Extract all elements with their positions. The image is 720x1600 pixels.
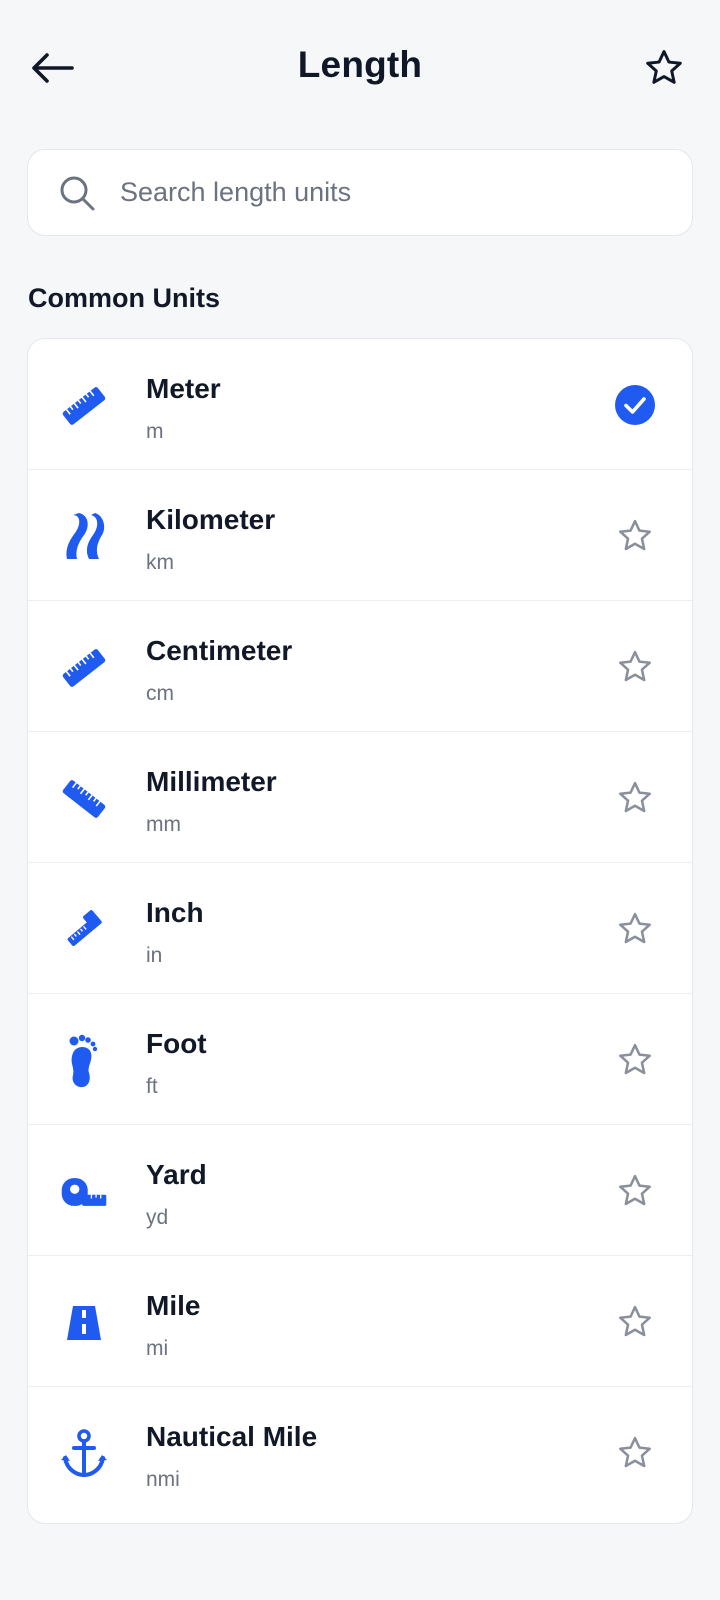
ruler-icon xyxy=(58,904,110,956)
header: Length xyxy=(0,0,720,140)
tape-measure-icon xyxy=(58,1166,110,1218)
favorite-star-icon[interactable] xyxy=(612,1037,658,1083)
unit-row-yard[interactable]: Yard yd xyxy=(28,1125,692,1256)
unit-row-millimeter[interactable]: Millimeter mm xyxy=(28,732,692,863)
unit-name: Centimeter xyxy=(146,635,293,666)
unit-row-meter[interactable]: Meter m xyxy=(28,339,692,470)
unit-name: Inch xyxy=(146,897,204,928)
highway-icon xyxy=(58,1297,110,1349)
unit-abbreviation: m xyxy=(146,420,164,443)
unit-name: Millimeter xyxy=(146,766,277,797)
unit-row-kilometer[interactable]: Kilometer km xyxy=(28,470,692,601)
road-icon xyxy=(58,511,110,563)
star-outline-icon xyxy=(646,50,682,84)
ruler-icon xyxy=(58,642,110,694)
favorite-star-icon[interactable] xyxy=(612,1299,658,1345)
favorite-star-icon[interactable] xyxy=(612,775,658,821)
length-units-screen: Length Common Units Meter m Kilometer km… xyxy=(0,0,720,1600)
selected-check-icon[interactable] xyxy=(612,382,658,428)
unit-name: Yard xyxy=(146,1159,207,1190)
ruler-icon xyxy=(58,380,110,432)
unit-abbreviation: mm xyxy=(146,813,181,836)
favorite-button[interactable] xyxy=(640,46,688,90)
unit-abbreviation: cm xyxy=(146,682,174,705)
unit-row-mile[interactable]: Mile mi xyxy=(28,1256,692,1387)
favorite-star-icon[interactable] xyxy=(612,644,658,690)
unit-abbreviation: km xyxy=(146,551,174,574)
favorite-star-icon[interactable] xyxy=(612,1168,658,1214)
search-bar[interactable] xyxy=(27,149,693,236)
unit-abbreviation: nmi xyxy=(146,1468,180,1491)
search-input[interactable] xyxy=(120,150,660,235)
unit-row-inch[interactable]: Inch in xyxy=(28,863,692,994)
unit-list: Meter m Kilometer km Centimeter cm Milli… xyxy=(27,338,693,1524)
unit-name: Meter xyxy=(146,373,221,404)
unit-name: Nautical Mile xyxy=(146,1421,318,1452)
unit-name: Foot xyxy=(146,1028,207,1059)
anchor-icon xyxy=(58,1428,110,1480)
section-title: Common Units xyxy=(28,283,220,313)
unit-abbreviation: in xyxy=(146,944,163,967)
search-icon xyxy=(60,176,95,211)
unit-row-nautical-mile[interactable]: Nautical Mile nmi xyxy=(28,1387,692,1518)
footprint-icon xyxy=(58,1034,110,1088)
unit-name: Kilometer xyxy=(146,504,276,535)
unit-abbreviation: mi xyxy=(146,1337,169,1360)
ruler-icon xyxy=(58,773,110,825)
unit-abbreviation: ft xyxy=(146,1075,158,1098)
page-title: Length xyxy=(297,44,423,85)
favorite-star-icon[interactable] xyxy=(612,906,658,952)
unit-name: Mile xyxy=(146,1290,201,1321)
unit-row-centimeter[interactable]: Centimeter cm xyxy=(28,601,692,732)
favorite-star-icon[interactable] xyxy=(612,513,658,559)
favorite-star-icon[interactable] xyxy=(612,1430,658,1476)
unit-row-foot[interactable]: Foot ft xyxy=(28,994,692,1125)
unit-abbreviation: yd xyxy=(146,1206,169,1229)
